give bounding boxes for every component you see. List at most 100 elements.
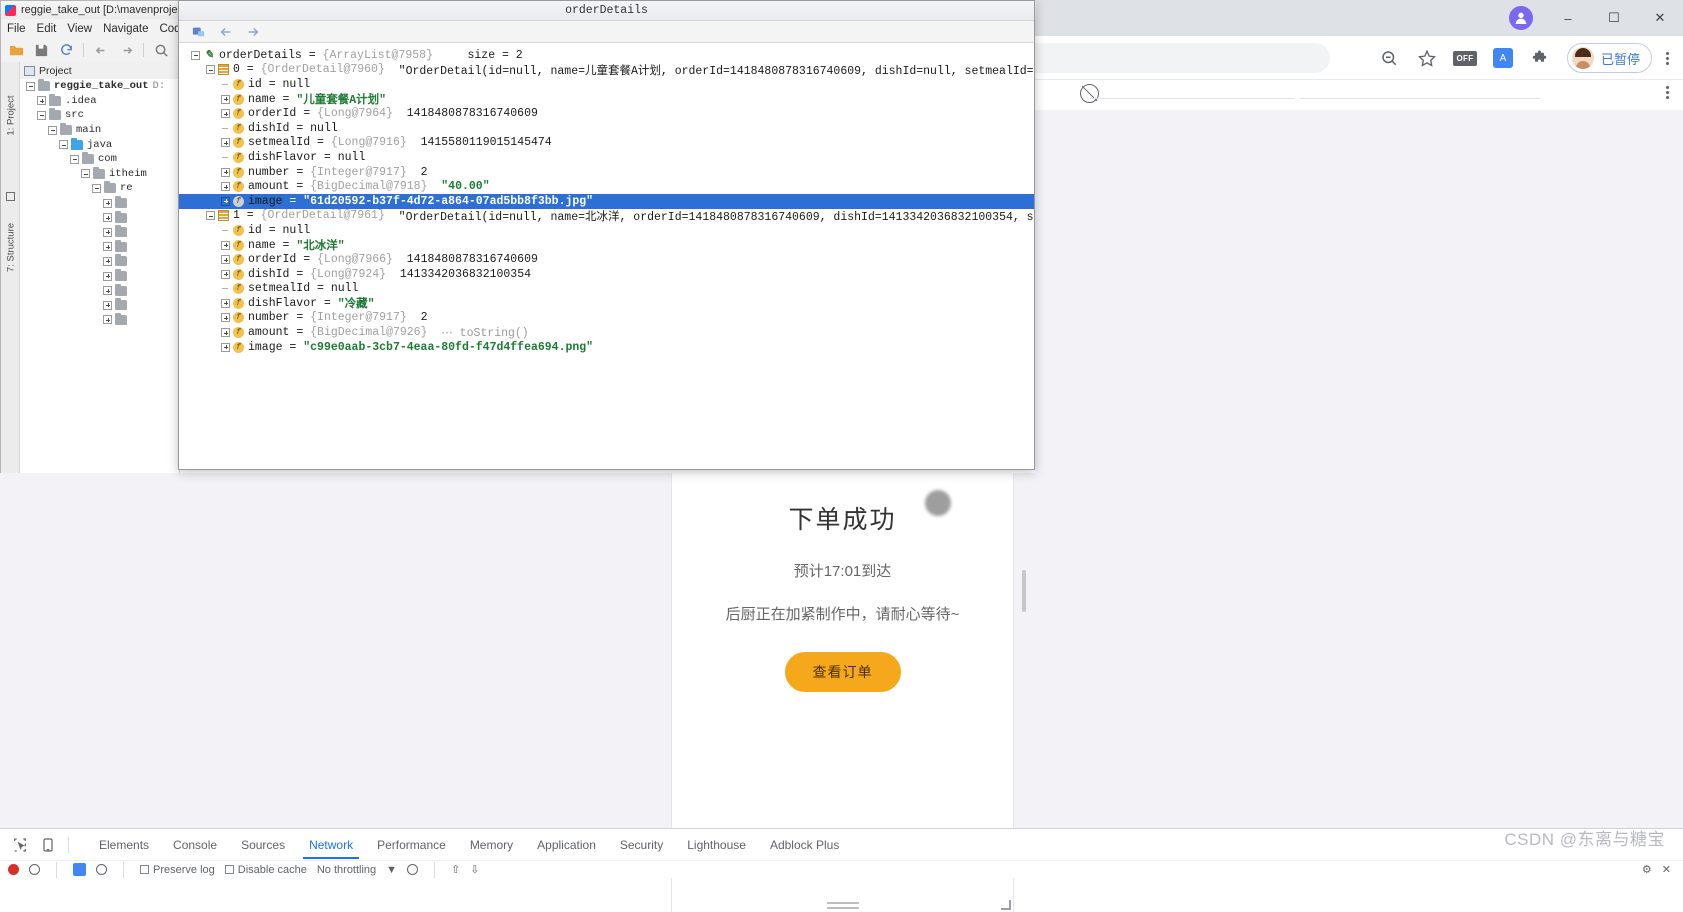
project-tree-node[interactable] [20,254,179,269]
expand-icon[interactable] [221,313,230,323]
debug-tree-row[interactable]: f dishId = {Long@7924} 141334203683210035… [179,267,1034,282]
project-tree-node[interactable] [20,283,179,298]
off-badge-icon[interactable]: OFF [1452,46,1478,70]
no-entry-icon[interactable] [1076,80,1103,107]
expand-icon[interactable] [221,182,230,192]
collapse-icon[interactable] [206,211,215,221]
debug-tree-row[interactable]: 0 = {OrderDetail@7960} "OrderDetail(id=n… [179,63,1034,78]
expand-icon[interactable] [221,240,230,250]
page-scrollbar[interactable] [1022,570,1026,612]
import-har-icon[interactable]: ⇧ [451,863,460,876]
kebab-menu-icon[interactable] [1666,51,1669,65]
throttling-chevron-icon[interactable]: ▼ [386,864,397,876]
expand-icon[interactable] [221,269,230,279]
project-tree-node[interactable] [20,298,179,313]
collapse-icon[interactable] [92,183,101,193]
debug-tree-row[interactable]: f amount = {BigDecimal@7926} ⋯ toString() [179,325,1034,340]
record-icon[interactable] [8,864,19,875]
debug-tree-row[interactable]: f number = {Integer@7917} 2 [179,165,1034,180]
back-arrow-icon[interactable] [218,24,233,39]
collapse-icon[interactable] [81,169,90,179]
expand-icon[interactable] [37,96,46,106]
puzzle-icon[interactable] [1529,46,1553,70]
project-tree-node[interactable] [20,210,179,225]
expand-icon[interactable] [221,255,230,265]
undo-icon[interactable] [93,42,109,58]
save-icon[interactable] [33,42,49,58]
evaluate-icon[interactable] [191,24,206,39]
expand-icon[interactable] [103,242,112,252]
project-tree-node[interactable] [20,239,179,255]
debug-tree-row[interactable]: f setmealId = {Long@7916} 141558011901514… [179,136,1034,151]
project-tree-node[interactable]: itheim [20,166,179,182]
device-toolbar-icon[interactable] [34,831,62,859]
redo-icon[interactable] [118,42,134,58]
project-tree-node[interactable] [20,269,179,284]
expand-icon[interactable] [221,328,230,338]
devtools-settings-icon[interactable]: ⚙ [1642,863,1652,876]
expand-icon[interactable] [103,271,112,281]
debug-tree-row[interactable]: f setmealId = null [179,282,1034,297]
project-tree-node[interactable]: src [20,108,179,123]
filter-icon[interactable] [73,863,86,876]
devtools-tab-security[interactable]: Security [608,831,675,859]
menu-edit[interactable]: Edit [37,23,57,35]
disable-cache-checkbox[interactable]: Disable cache [224,864,307,876]
clear-icon[interactable] [29,864,40,875]
expand-icon[interactable] [103,198,112,208]
collapse-icon[interactable] [70,154,79,164]
profile-avatar-titlebar[interactable] [1509,6,1533,30]
debug-tree-row[interactable]: f dishFlavor = null [179,150,1034,165]
expand-icon[interactable] [221,342,230,352]
debug-tree-row[interactable]: f orderId = {Long@7966} 14184808783167406… [179,252,1034,267]
leaf-marker-icon[interactable] [221,226,230,235]
expand-icon[interactable] [221,298,230,308]
search-icon[interactable] [153,42,169,58]
debug-tree-row[interactable]: f amount = {BigDecimal@7918} "40.00" [179,179,1034,194]
project-tree-node[interactable] [20,312,179,328]
debug-tree-row[interactable]: f dishId = null [179,121,1034,136]
forward-arrow-icon[interactable] [245,24,260,39]
view-order-button[interactable]: 查看订单 [784,652,901,692]
open-folder-icon[interactable] [8,42,24,58]
maximize-button[interactable]: ☐ [1591,0,1637,36]
collapse-icon[interactable] [48,125,57,135]
secondary-kebab-icon[interactable] [1666,86,1669,99]
debug-tree-row[interactable]: f image = "c99e0aab-3cb7-4eaa-80fd-f47d4f… [179,340,1034,355]
sidebar-tab-project[interactable]: 1: Project [6,89,17,143]
debug-tree-row[interactable]: f dishFlavor = "冷藏" [179,296,1034,311]
close-button[interactable]: ✕ [1637,0,1683,36]
throttling-select[interactable]: No throttling [317,864,376,876]
wifi-icon[interactable] [407,864,419,875]
expand-icon[interactable] [103,300,112,310]
project-tree-node[interactable]: java [20,137,179,152]
profile-paused-pill[interactable]: 已暂停 [1566,43,1652,73]
expand-icon[interactable] [103,256,112,266]
expand-icon[interactable] [221,94,230,104]
expand-icon[interactable] [103,227,112,237]
project-tree-node[interactable]: .idea [20,93,179,109]
menu-file[interactable]: File [7,23,26,35]
expand-icon[interactable] [103,315,112,325]
expand-icon[interactable] [103,213,112,223]
search-icon[interactable] [96,864,107,875]
collapse-icon[interactable] [59,140,68,150]
device-resize-handle[interactable] [826,902,859,909]
collapse-icon[interactable] [221,196,230,206]
collapse-icon[interactable] [206,65,215,75]
project-tree-node[interactable]: main [20,123,179,138]
debug-tree-row[interactable]: 1 = {OrderDetail@7961} "OrderDetail(id=n… [179,209,1034,224]
expand-icon[interactable] [221,138,230,148]
expand-icon[interactable] [103,286,112,296]
devtools-tab-network[interactable]: Network [297,831,365,859]
sync-icon[interactable] [58,42,74,58]
cursor-inspect-icon[interactable] [6,831,34,859]
expand-icon[interactable] [221,167,230,177]
debug-tree-row[interactable]: ✎ orderDetails = {ArrayList@7958} size = … [179,48,1034,63]
collapse-icon[interactable] [26,81,35,91]
export-har-icon[interactable]: ⇩ [470,863,479,876]
collapse-icon[interactable] [37,110,46,120]
menu-view[interactable]: View [67,23,92,35]
debug-tree-row[interactable]: f name = "儿童套餐A计划" [179,92,1034,107]
menu-navigate[interactable]: Navigate [103,23,148,35]
